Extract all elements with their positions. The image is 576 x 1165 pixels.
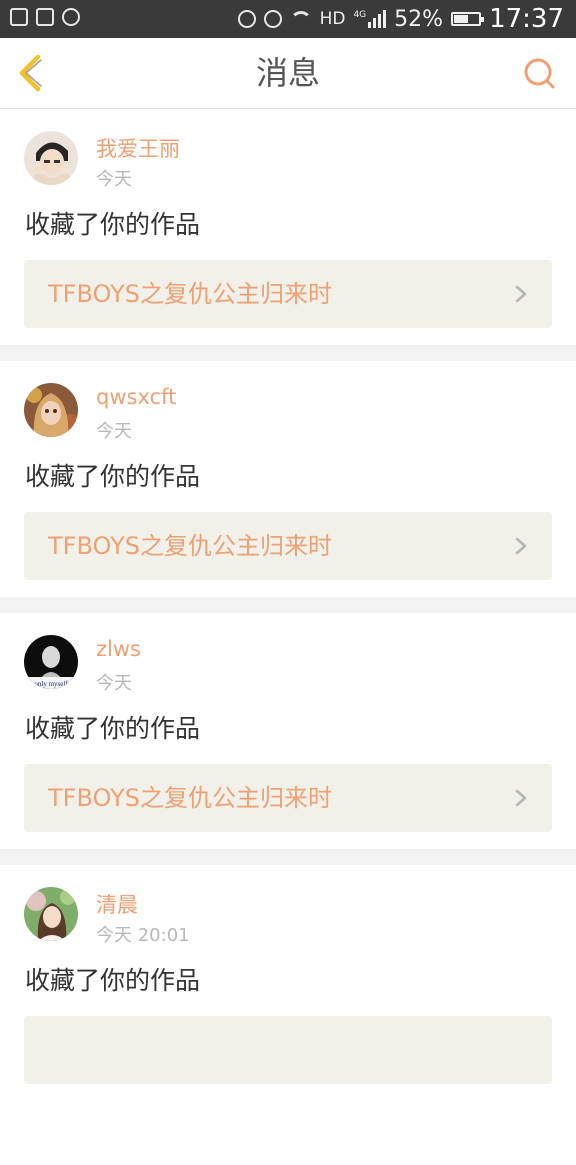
message-action: 收藏了你的作品	[25, 714, 201, 743]
avatar[interactable]	[24, 131, 78, 185]
wifi-icon	[289, 11, 312, 27]
top-nav-bar: 消息	[0, 38, 576, 109]
search-icon	[524, 58, 555, 89]
status-right: HD 4G 52% 17:37	[237, 4, 564, 34]
sender-name[interactable]: 清晨	[96, 889, 138, 919]
work-title: TFBOYS之复仇公主归来时	[48, 532, 332, 560]
message-action: 收藏了你的作品	[25, 462, 201, 491]
message-date: 今天	[96, 169, 132, 190]
message-list: 我爱王丽 今天 收藏了你的作品 TFBOYS之复仇公主归来时 qwsxcft 今…	[0, 109, 576, 1165]
battery-fill	[454, 15, 468, 23]
message-date: 今天 20:01	[96, 925, 190, 946]
avatar[interactable]	[24, 383, 78, 437]
screenshot-icon	[10, 8, 28, 26]
sender-name[interactable]: zlws	[96, 637, 141, 661]
message-date: 今天	[96, 421, 132, 442]
clock: 17:37	[489, 4, 564, 34]
battery-icon	[451, 12, 485, 26]
health-icon	[62, 8, 80, 26]
avatar[interactable]: only myself	[24, 635, 78, 689]
work-title: TFBOYS之复仇公主归来时	[48, 280, 332, 308]
network-label: HD	[319, 9, 346, 29]
message-item: only myself zlws 今天 收藏了你的作品 TFBOYS之复仇公主归…	[0, 613, 576, 849]
page-title: 消息	[255, 54, 320, 92]
message-date: 今天	[96, 673, 132, 694]
work-link[interactable]: TFBOYS之复仇公主归来时	[24, 260, 552, 328]
chevron-right-icon	[514, 284, 528, 304]
battery-percent: 52%	[394, 6, 444, 32]
work-link[interactable]: TFBOYS之复仇公主归来时	[24, 512, 552, 580]
message-item: qwsxcft 今天 收藏了你的作品 TFBOYS之复仇公主归来时	[0, 361, 576, 597]
status-bar: HD 4G 52% 17:37	[0, 0, 576, 38]
avatar[interactable]	[24, 887, 78, 941]
work-title: TFBOYS之复仇公主归来时	[48, 784, 332, 812]
alarm-icon	[263, 10, 282, 28]
avatar-caption: only myself	[34, 680, 68, 688]
signal-icon: 4G	[353, 10, 387, 28]
message-item: 我爱王丽 今天 收藏了你的作品 TFBOYS之复仇公主归来时	[0, 109, 576, 345]
status-left-icons	[10, 8, 80, 26]
message-action: 收藏了你的作品	[25, 966, 201, 995]
signal-label: 4G	[353, 10, 367, 20]
sender-name[interactable]: 我爱王丽	[96, 133, 180, 163]
sender-name[interactable]: qwsxcft	[96, 385, 176, 409]
chevron-right-icon	[514, 536, 528, 556]
work-link[interactable]	[24, 1016, 552, 1084]
work-link[interactable]: TFBOYS之复仇公主归来时	[24, 764, 552, 832]
search-button[interactable]	[522, 56, 556, 90]
message-action: 收藏了你的作品	[25, 210, 201, 239]
chevron-right-icon	[514, 788, 528, 808]
app-grid-icon	[36, 8, 54, 26]
message-item: 清晨 今天 20:01 收藏了你的作品	[0, 865, 576, 1165]
location-icon	[237, 10, 256, 28]
